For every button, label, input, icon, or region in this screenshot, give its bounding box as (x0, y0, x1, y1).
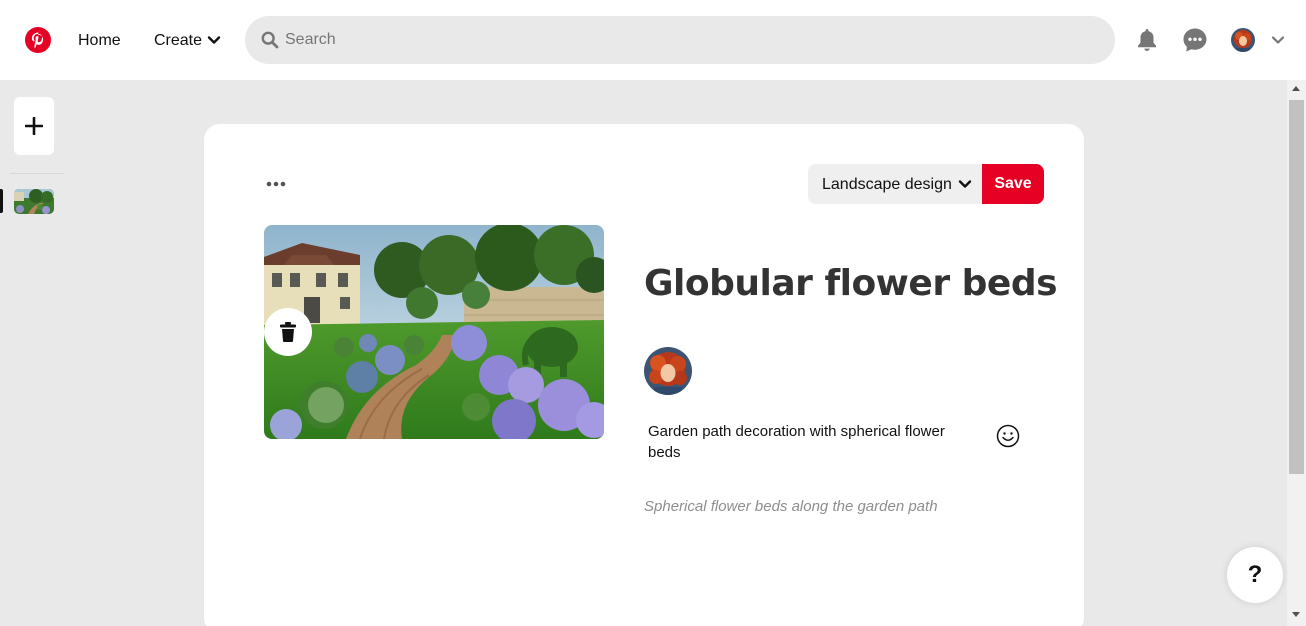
emoji-icon[interactable] (996, 424, 1020, 448)
add-pin-button[interactable] (14, 97, 54, 155)
scroll-thumb[interactable] (1289, 100, 1304, 474)
avatar-image (644, 347, 692, 395)
avatar-image (1231, 28, 1255, 52)
search-bar[interactable] (245, 16, 1115, 64)
board-select-label: Landscape design (822, 176, 952, 193)
scroll-down-icon[interactable] (1292, 612, 1300, 617)
avatar[interactable] (1231, 28, 1255, 52)
save-button[interactable]: Save (982, 164, 1044, 204)
pin-editor-card: Landscape design Save Globular flower be… (204, 124, 1084, 626)
pin-title[interactable]: Globular flower beds (644, 264, 1058, 304)
board-select-dropdown[interactable]: Landscape design (808, 164, 984, 204)
garden-thumbnail-image (14, 189, 54, 214)
nav-home[interactable]: Home (78, 31, 121, 51)
rail-divider (10, 173, 64, 174)
draft-pin-thumbnail[interactable] (14, 189, 54, 214)
search-input[interactable] (285, 30, 1085, 50)
account-chevron-down-icon[interactable] (1271, 33, 1285, 47)
selected-marker (0, 189, 3, 213)
pin-image (264, 225, 604, 439)
alt-text[interactable]: Spherical flower beds along the garden p… (644, 497, 938, 517)
pinterest-logo-icon[interactable] (25, 27, 51, 53)
help-button[interactable]: ? (1227, 547, 1283, 603)
page-scrollbar[interactable] (1287, 80, 1306, 626)
pin-description[interactable]: Garden path decoration with spherical fl… (648, 421, 978, 463)
chevron-down-icon[interactable] (207, 33, 221, 47)
trash-icon (280, 322, 296, 342)
garden-image (264, 225, 604, 439)
plus-icon (25, 117, 43, 135)
more-options-icon[interactable] (264, 178, 288, 190)
delete-image-button[interactable] (264, 308, 312, 356)
nav-create[interactable]: Create (154, 31, 202, 51)
pin-author-avatar (644, 347, 692, 395)
chevron-down-icon (958, 180, 972, 188)
top-header: Home Create (0, 0, 1306, 80)
chat-icon[interactable] (1182, 27, 1208, 53)
search-icon (261, 31, 279, 49)
bell-icon[interactable] (1135, 27, 1159, 53)
scroll-up-icon[interactable] (1292, 86, 1300, 91)
